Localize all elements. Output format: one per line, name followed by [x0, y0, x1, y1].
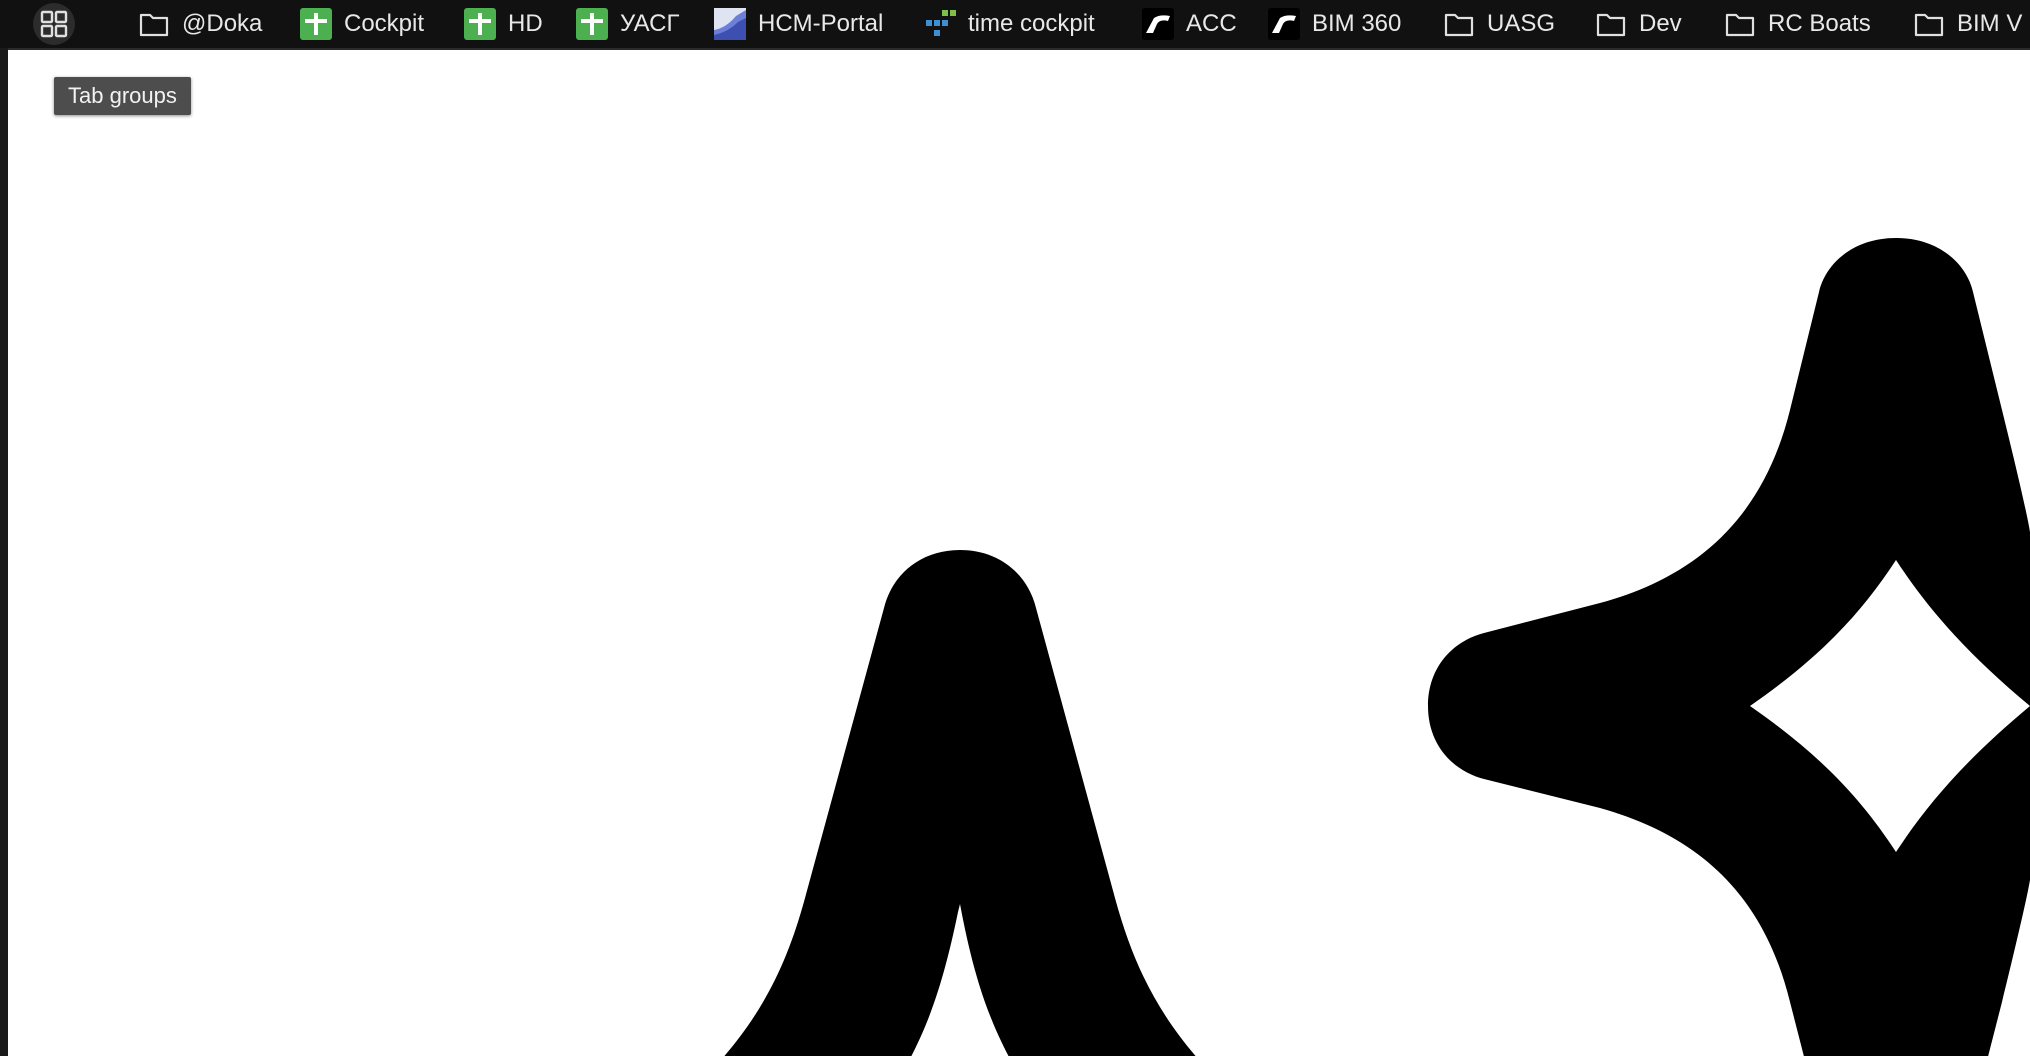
window-left-edge [0, 48, 8, 1056]
time-cockpit-icon [924, 8, 956, 40]
grid-icon [40, 10, 68, 38]
bookmark-label: Dev [1639, 10, 1682, 37]
bookmark-label: HD [508, 10, 543, 37]
bookmark-hd[interactable]: HD [464, 8, 543, 40]
bookmark-label: time cockpit [968, 10, 1095, 37]
bookmark-uasg-cyrillic[interactable]: УАСГ [576, 8, 679, 40]
bookmark-folder-uasg[interactable]: UASG [1443, 8, 1555, 40]
green-plus-icon [464, 8, 496, 40]
bookmark-label: HCM-Portal [758, 10, 884, 37]
bookmark-acc[interactable]: ACC [1142, 8, 1237, 40]
autodesk-icon [1142, 8, 1174, 40]
bookmark-time-cockpit[interactable]: time cockpit [924, 8, 1095, 40]
tab-groups-button[interactable] [33, 3, 75, 45]
bookmark-label: UASG [1487, 10, 1556, 37]
folder-icon [138, 8, 170, 40]
bookmark-folder-dev[interactable]: Dev [1595, 8, 1682, 40]
green-plus-icon [300, 8, 332, 40]
portal-favicon-icon [714, 8, 746, 40]
folder-icon [1595, 8, 1627, 40]
autodesk-icon [1268, 8, 1300, 40]
bookmark-folder-rc-boats[interactable]: RC Boats [1724, 8, 1871, 40]
bookmark-label: RC Boats [1768, 10, 1871, 37]
toolbar-divider [0, 48, 2030, 50]
bookmark-folder-doka[interactable]: @Doka [138, 8, 262, 40]
bookmark-label: BIM V [1957, 10, 2023, 37]
bookmark-label: BIM 360 [1312, 10, 1402, 37]
bookmark-label: @Doka [182, 10, 263, 37]
folder-icon [1443, 8, 1475, 40]
green-plus-icon [576, 8, 608, 40]
bookmark-folder-bim-v[interactable]: BIM V [1913, 8, 2022, 40]
bookmark-cockpit[interactable]: Cockpit [300, 8, 424, 40]
bookmark-label: Cockpit [344, 10, 425, 37]
folder-icon [1913, 8, 1945, 40]
folder-icon [1724, 8, 1756, 40]
bookmark-label: ACC [1186, 10, 1237, 37]
bookmark-label: УАСГ [620, 10, 680, 37]
tooltip-text: Tab groups [68, 83, 177, 108]
sparkle-icon [724, 238, 2030, 1056]
bookmark-hcm-portal[interactable]: HCM-Portal [714, 8, 883, 40]
tab-groups-tooltip: Tab groups [54, 77, 191, 115]
bookmarks-bar: @Doka Cockpit HD УАСГ HCM-Portal time co… [0, 0, 2030, 48]
bookmark-bim-360[interactable]: BIM 360 [1268, 8, 1401, 40]
